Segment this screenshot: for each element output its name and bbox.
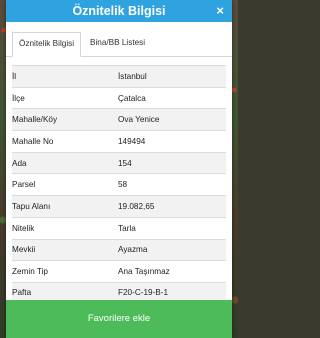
row-label: Nitelik (12, 223, 35, 233)
table-row: İl İstanbul (12, 65, 226, 87)
table-row: Ada 154 (12, 151, 226, 174)
row-value: Ova Yenice (118, 115, 160, 125)
table-row: İlçe Çatalca (12, 86, 226, 109)
row-label: Tapu Alanı (12, 201, 51, 211)
attribute-table: İl İstanbul İlçe Çatalca Mahalle/Köy Ova… (12, 65, 226, 304)
row-label: Parsel (12, 180, 36, 190)
row-value: Ayazma (118, 245, 148, 255)
row-label: Mevkii (12, 245, 36, 255)
row-label: Pafta (12, 288, 32, 298)
table-row: Zemin Tip Ana Taşınmaz (12, 260, 226, 282)
row-label: İl (12, 71, 17, 81)
close-icon[interactable]: × (216, 0, 224, 22)
table-row: Mevkii Ayazma (12, 238, 226, 261)
table-row: Mahalle/Köy Ova Yenice (12, 108, 226, 131)
row-value: 154 (118, 158, 132, 168)
dialog-title: Öznitelik Bilgisi (72, 4, 166, 18)
tab-bar: Öznitelik Bilgisi Bina/BB Listesi (6, 32, 232, 57)
table-row: Parsel 58 (12, 173, 226, 196)
row-label: Mahalle/Köy (12, 115, 58, 125)
attribute-info-dialog: Öznitelik Bilgisi × Öznitelik Bilgisi Bi… (6, 0, 232, 338)
table-row: Tapu Alanı 19.082,65 (12, 195, 226, 217)
tab-attribute-info[interactable]: Öznitelik Bilgisi (12, 32, 82, 57)
row-label: İlçe (12, 93, 25, 103)
row-value: 19.082,65 (118, 201, 155, 211)
table-row: Nitelik Tarla (12, 216, 226, 239)
row-value: İstanbul (118, 71, 147, 81)
add-to-favorites-button[interactable]: Favorilere ekle (6, 300, 232, 338)
row-label: Mahalle No (12, 136, 54, 146)
tab-building-list[interactable]: Bina/BB Listesi (84, 32, 151, 56)
row-value: Ana Taşınmaz (118, 267, 170, 277)
table-row: Mahalle No 149494 (12, 130, 226, 152)
row-value: F20-C-19-B-1 (118, 288, 169, 298)
row-value: 58 (118, 180, 128, 190)
row-label: Ada (12, 158, 27, 168)
row-label: Zemin Tip (12, 267, 48, 277)
row-value: Tarla (118, 223, 136, 233)
row-value: Çatalca (118, 93, 146, 103)
dialog-title-bar: Öznitelik Bilgisi × (6, 0, 232, 22)
row-value: 149494 (118, 136, 146, 146)
